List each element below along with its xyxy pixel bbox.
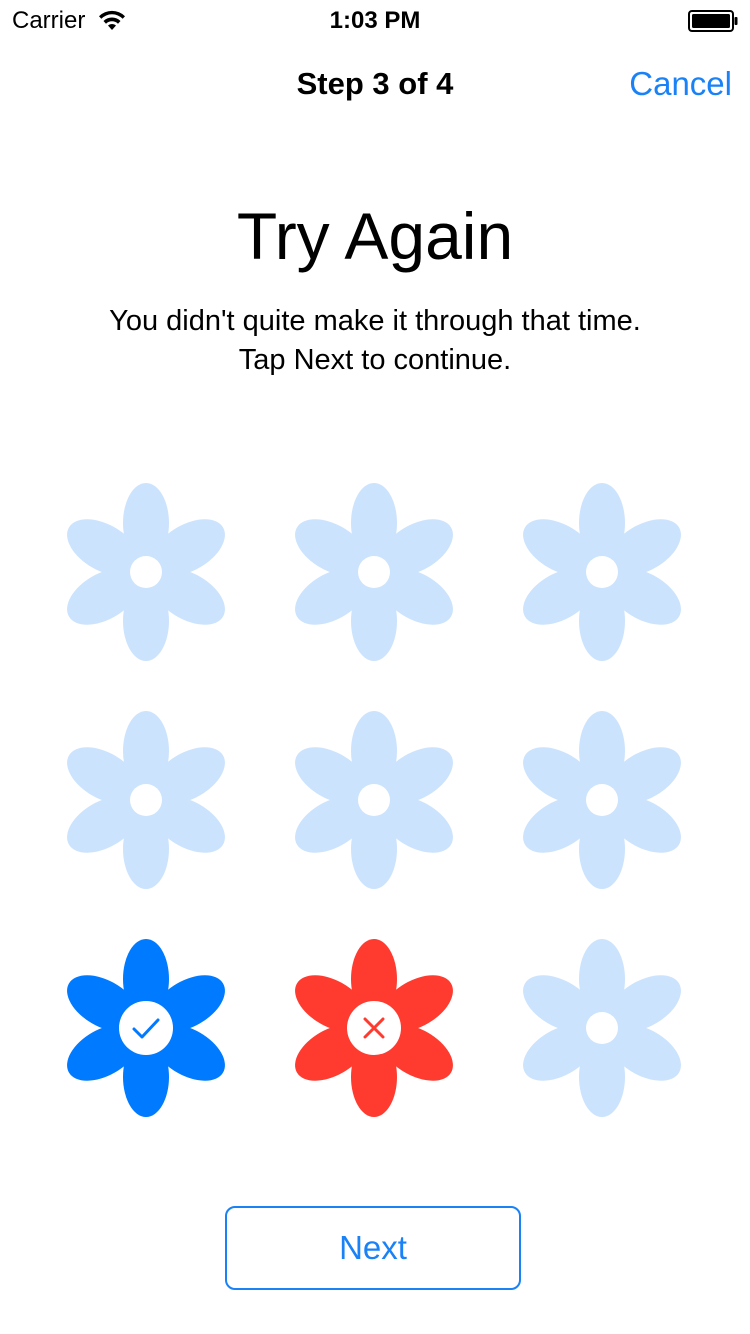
flower-icon <box>295 939 453 1117</box>
flower-2-1[interactable] <box>62 710 230 890</box>
flower-icon <box>67 939 225 1117</box>
flower-2-2[interactable] <box>290 710 458 890</box>
flower-icon <box>295 483 453 661</box>
flower-icon <box>523 483 681 661</box>
flower-3-1[interactable] <box>62 938 230 1118</box>
flower-1-3[interactable] <box>518 482 686 662</box>
flower-icon <box>523 939 681 1117</box>
battery-full-icon <box>688 10 738 32</box>
instruction-line-2: Tap Next to continue. <box>238 344 512 376</box>
flower-icon <box>67 483 225 661</box>
flower-3-2[interactable] <box>290 938 458 1118</box>
clock: 1:03 PM <box>329 7 421 34</box>
flower-center <box>358 784 390 816</box>
flower-1-1[interactable] <box>62 482 230 662</box>
flower-center <box>586 784 618 816</box>
flower-center <box>586 1012 618 1044</box>
flower-center <box>358 556 390 588</box>
flower-center <box>130 784 162 816</box>
instruction-line-1: You didn't quite make it through that ti… <box>109 305 641 337</box>
flower-icon <box>295 711 453 889</box>
flower-3-3[interactable] <box>518 938 686 1118</box>
flower-center <box>130 556 162 588</box>
flower-icon <box>523 711 681 889</box>
status-bar: Carrier 1:03 PM <box>0 0 750 40</box>
flower-1-2[interactable] <box>290 482 458 662</box>
flower-2-3[interactable] <box>518 710 686 890</box>
cancel-button[interactable]: Cancel <box>629 64 732 104</box>
instruction-text: You didn't quite make it through that ti… <box>0 302 750 380</box>
flower-center <box>119 1001 173 1055</box>
flower-icon <box>67 711 225 889</box>
flower-center <box>586 556 618 588</box>
next-button[interactable]: Next <box>225 1206 521 1290</box>
page-title: Try Again <box>236 199 514 273</box>
